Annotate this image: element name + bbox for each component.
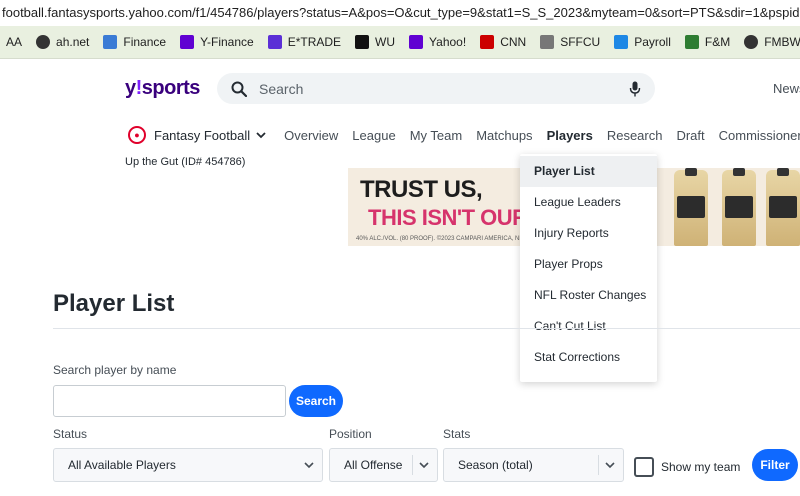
- chevron-down-icon: [605, 462, 615, 469]
- bookmark-label: WU: [375, 35, 396, 49]
- nav-commissioner[interactable]: Commissioner: [719, 128, 800, 143]
- bookmark-label: FMBWire: [764, 35, 800, 49]
- nav-research[interactable]: Research: [607, 128, 663, 143]
- bookmark-label: E*TRADE: [287, 35, 342, 49]
- ad-headline: TRUST US,: [360, 176, 483, 203]
- etrade-icon: [267, 35, 282, 49]
- menu-item-nfl-roster-changes[interactable]: NFL Roster Changes: [520, 280, 657, 311]
- bookmark-label: Payroll: [634, 35, 671, 49]
- nav-overview[interactable]: Overview: [284, 128, 338, 143]
- bottle-image: [674, 168, 708, 246]
- microphone-icon[interactable]: [629, 81, 641, 97]
- bookmark-fmbwire[interactable]: FMBWire: [744, 35, 800, 49]
- bookmarks-bar: AA ah.net Finance Y-Finance E*TRADE WU Yahoo! C…: [0, 26, 800, 59]
- search-player-label: Search player by name: [53, 363, 177, 377]
- bookmark-label: AA: [6, 35, 23, 49]
- stats-label: Stats: [443, 427, 471, 441]
- chevron-down-icon: [419, 462, 429, 469]
- bookmark-finance[interactable]: Finance: [103, 35, 166, 49]
- page-title: Player List: [53, 290, 175, 317]
- show-my-team-checkbox[interactable]: [634, 457, 654, 477]
- nav-league[interactable]: League: [352, 128, 395, 143]
- bookmark-y-finance[interactable]: Y-Finance: [180, 35, 254, 49]
- stats-select[interactable]: Season (total): [443, 448, 624, 482]
- menu-item-player-list[interactable]: Player List: [520, 156, 657, 187]
- address-bar[interactable]: football.fantasysports.yahoo.com/f1/4547…: [0, 0, 800, 26]
- bookmark-label: SFFCU: [560, 35, 601, 49]
- bookmark-ah-net[interactable]: ah.net: [36, 35, 89, 49]
- league-info[interactable]: Up the Gut (ID# 454786): [125, 156, 245, 168]
- news-link[interactable]: News: [773, 81, 800, 96]
- finance-icon: [103, 35, 118, 49]
- football-icon: ●: [128, 126, 146, 144]
- status-select[interactable]: All Available Players: [53, 448, 323, 482]
- yahoo-icon: [409, 35, 424, 49]
- chevron-down-icon: [304, 462, 314, 469]
- nav-matchups[interactable]: Matchups: [476, 128, 532, 143]
- show-my-team-label[interactable]: Show my team: [661, 460, 740, 474]
- bookmark-label: Yahoo!: [429, 35, 467, 49]
- players-dropdown-menu: Player List League Leaders Injury Reports P…: [520, 154, 657, 382]
- position-select[interactable]: All Offense: [329, 448, 438, 482]
- bookmark-payroll[interactable]: Payroll: [614, 35, 671, 49]
- position-label: Position: [329, 427, 372, 441]
- title-divider: [53, 328, 800, 329]
- bookmark-aa[interactable]: AA: [6, 35, 22, 49]
- game-label: Fantasy Football: [154, 127, 251, 143]
- chevron-down-icon: [256, 131, 266, 138]
- status-value: All Available Players: [68, 458, 176, 472]
- bookmark-label: CNN: [500, 35, 527, 49]
- globe-icon: [744, 35, 759, 49]
- bookmark-f-m[interactable]: F&M: [684, 35, 731, 49]
- cnn-icon: [480, 35, 495, 49]
- bookmark-label: Y-Finance: [200, 35, 254, 49]
- nav-players[interactable]: Players: [547, 128, 593, 143]
- bookmark-cnn[interactable]: CNN: [480, 35, 526, 49]
- sffcu-icon: [540, 35, 555, 49]
- status-label: Status: [53, 427, 88, 441]
- menu-item-player-props[interactable]: Player Props: [520, 249, 657, 280]
- bookmark-sffcu[interactable]: SFFCU: [540, 35, 600, 49]
- fm-icon: [684, 35, 699, 49]
- filter-button[interactable]: Filter: [752, 449, 798, 481]
- position-value: All Offense: [344, 458, 403, 472]
- globe-icon: [36, 35, 51, 49]
- bookmark-yahoo-[interactable]: Yahoo!: [409, 35, 466, 49]
- menu-item-league-leaders[interactable]: League Leaders: [520, 187, 657, 218]
- game-switcher[interactable]: ● Fantasy Football: [128, 126, 266, 144]
- wu-icon: [355, 35, 370, 49]
- bookmark-label: Finance: [123, 35, 167, 49]
- player-name-input[interactable]: [53, 385, 286, 417]
- fantasy-nav: ● Fantasy Football Overview League My Team…: [128, 124, 800, 146]
- bookmark-e-trade[interactable]: E*TRADE: [267, 35, 342, 49]
- search-icon: [231, 81, 247, 97]
- site-search-input[interactable]: [259, 80, 629, 97]
- bookmark-label: F&M: [704, 35, 731, 49]
- nav-my-team[interactable]: My Team: [410, 128, 463, 143]
- yahoo-icon: [180, 35, 195, 49]
- stats-value: Season (total): [458, 458, 533, 472]
- bottle-image: [722, 168, 756, 246]
- payroll-icon: [614, 35, 629, 49]
- bookmark-wu[interactable]: WU: [355, 35, 395, 49]
- ad-subheadline: THIS ISN'T OUR: [368, 205, 528, 230]
- menu-item-injury-reports[interactable]: Injury Reports: [520, 218, 657, 249]
- bottle-image: [766, 168, 800, 246]
- search-button[interactable]: Search: [289, 385, 343, 417]
- site-search-box[interactable]: [217, 73, 655, 104]
- yahoo-sports-logo[interactable]: y!sports: [125, 77, 200, 100]
- nav-draft[interactable]: Draft: [676, 128, 704, 143]
- bookmark-label: ah.net: [56, 35, 90, 49]
- menu-item-can-t-cut-list[interactable]: Can't Cut List: [520, 311, 657, 342]
- menu-item-stat-corrections[interactable]: Stat Corrections: [520, 342, 657, 373]
